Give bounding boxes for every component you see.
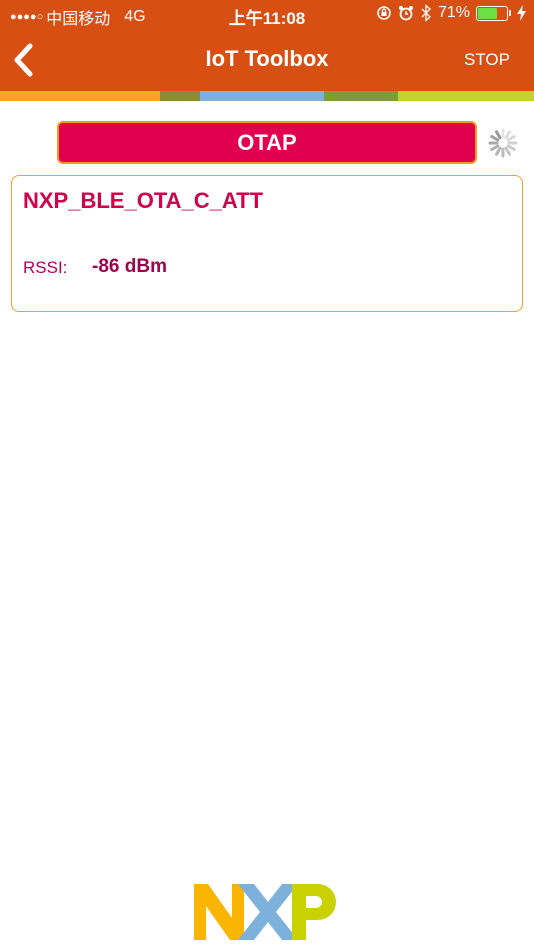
spinner-spoke bbox=[504, 146, 511, 156]
nxp-logo bbox=[194, 884, 336, 940]
status-right: 71% bbox=[376, 4, 526, 22]
rssi-value: -86 dBm bbox=[92, 256, 167, 277]
device-list-item[interactable]: NXP_BLE_OTA_C_ATT RSSI: -86 dBm bbox=[11, 175, 523, 312]
spinner-spoke bbox=[495, 130, 502, 140]
spinner-spoke bbox=[506, 144, 516, 151]
rssi-label: RSSI: bbox=[23, 258, 68, 277]
otap-button[interactable]: OTAP bbox=[57, 121, 477, 164]
alarm-icon bbox=[398, 6, 413, 21]
color-stripe bbox=[160, 91, 200, 101]
spinner-spoke bbox=[490, 135, 500, 142]
status-bar: ●●●●○ 中国移动 4G 上午11:08 71% bbox=[0, 0, 534, 30]
app-header: ●●●●○ 中国移动 4G 上午11:08 71% IoT Toolbox ST… bbox=[0, 0, 534, 91]
stop-button[interactable]: STOP bbox=[464, 50, 510, 70]
bluetooth-icon bbox=[421, 4, 431, 22]
battery-icon bbox=[476, 5, 508, 21]
color-stripe bbox=[0, 91, 160, 101]
device-name: NXP_BLE_OTA_C_ATT bbox=[23, 188, 264, 213]
charging-icon bbox=[517, 5, 526, 21]
color-stripe bbox=[200, 91, 324, 101]
color-stripe bbox=[324, 91, 398, 101]
battery-cap bbox=[509, 10, 511, 16]
nav-bar: IoT Toolbox STOP bbox=[0, 30, 534, 91]
spinner-spoke bbox=[495, 146, 502, 156]
page-title: IoT Toolbox bbox=[205, 46, 329, 71]
spinner-spoke bbox=[490, 144, 500, 151]
battery-percent: 71% bbox=[437, 4, 470, 21]
loading-spinner-icon bbox=[488, 128, 518, 158]
color-stripe bbox=[398, 91, 534, 101]
spinner-spoke bbox=[504, 130, 511, 140]
spinner-spoke bbox=[506, 135, 516, 142]
rotation-lock-icon bbox=[377, 6, 391, 20]
battery-level bbox=[478, 7, 498, 19]
